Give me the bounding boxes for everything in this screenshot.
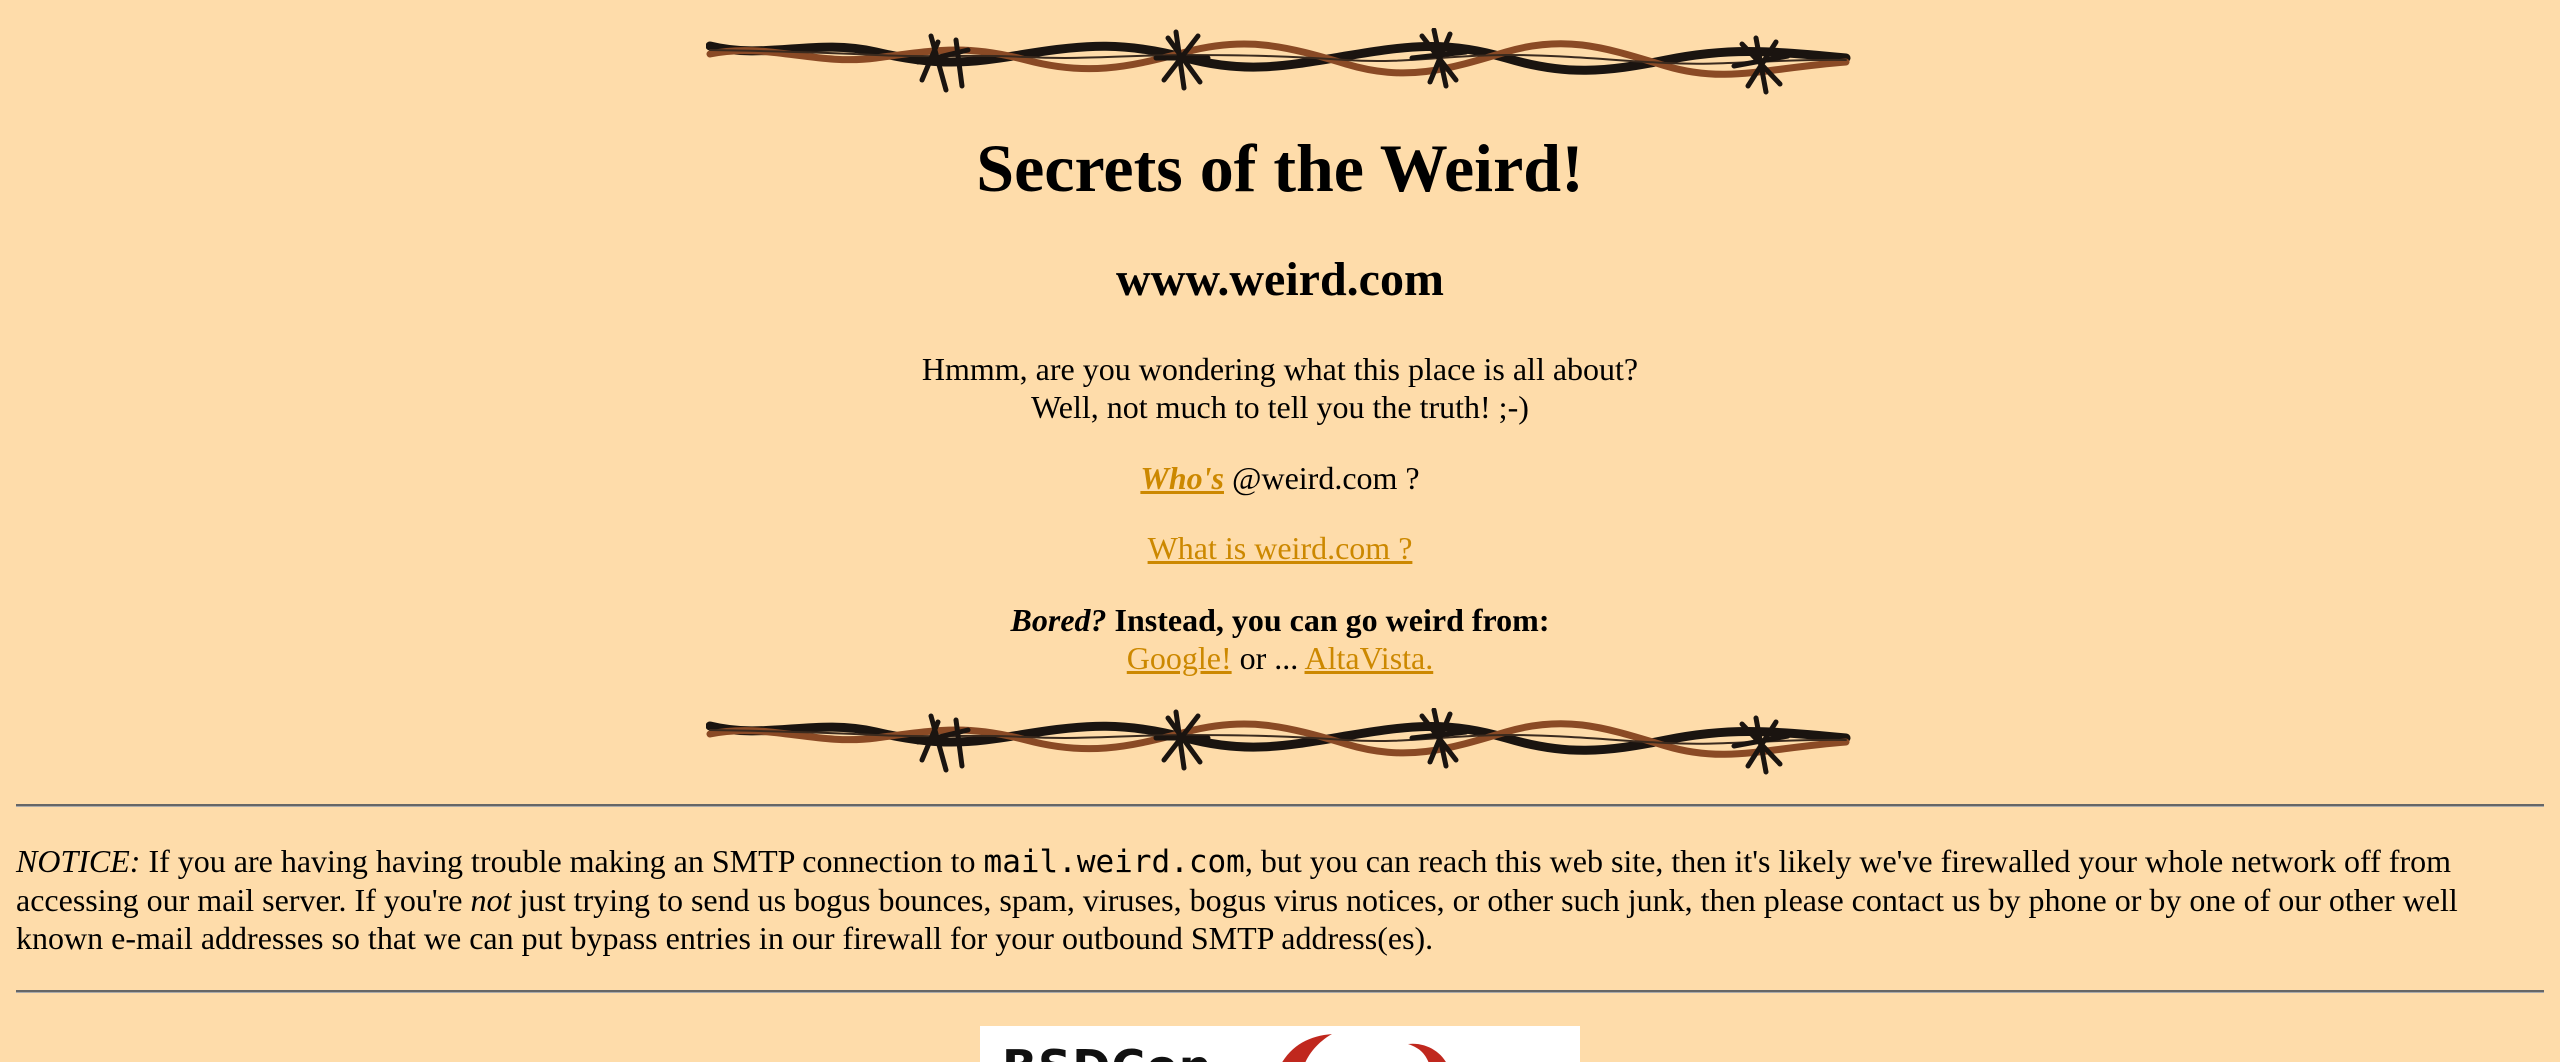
barbed-wire-divider-bottom xyxy=(706,708,1852,778)
intro-line-1: Hmmm, are you wondering what this place … xyxy=(921,351,1639,387)
whos-suffix: @weird.com ? xyxy=(1223,460,1420,496)
page: Secrets of the Weird! www.weird.com Hmmm… xyxy=(0,0,2560,1062)
mail-host: mail.weird.com xyxy=(983,844,1245,880)
horizontal-rule xyxy=(16,804,2544,807)
bsdcon-banner[interactable]: BSDCon xyxy=(980,1026,1580,1062)
bsd-daemon-horns-icon xyxy=(1282,1034,1446,1062)
notice-text-1: If you are having having trouble making … xyxy=(140,843,984,879)
what-is-weird-link[interactable]: What is weird.com ? xyxy=(1148,530,1413,566)
smtp-notice: NOTICE: If you are having having trouble… xyxy=(16,842,2516,957)
page-title: Secrets of the Weird! xyxy=(976,130,1584,206)
notice-emphasis: not xyxy=(470,882,512,918)
bored-label: Bored? xyxy=(1010,602,1107,638)
site-domain-heading: www.weird.com xyxy=(1116,253,1444,306)
or-text: or ... xyxy=(1231,640,1305,676)
whos-link[interactable]: Who's xyxy=(1140,460,1224,496)
intro-text: Hmmm, are you wondering what this place … xyxy=(0,350,2560,426)
whos-line: Who's @weird.com ? xyxy=(0,459,2560,497)
notice-label: NOTICE: xyxy=(16,843,141,879)
altavista-link[interactable]: AltaVista. xyxy=(1305,640,1434,676)
search-links: Google! or ... AltaVista. xyxy=(0,639,2560,677)
google-link[interactable]: Google! xyxy=(1127,640,1232,676)
barbed-wire-divider-top xyxy=(706,28,1852,98)
bored-text: Instead, you can go weird from: xyxy=(1106,602,1550,638)
intro-line-2: Well, not much to tell you the truth! ;-… xyxy=(1031,389,1529,425)
bored-section: Bored? Instead, you can go weird from: G… xyxy=(0,601,2560,677)
bored-heading: Bored? Instead, you can go weird from: xyxy=(0,601,2560,639)
what-line: What is weird.com ? xyxy=(0,529,2560,567)
horizontal-rule xyxy=(16,990,2544,993)
